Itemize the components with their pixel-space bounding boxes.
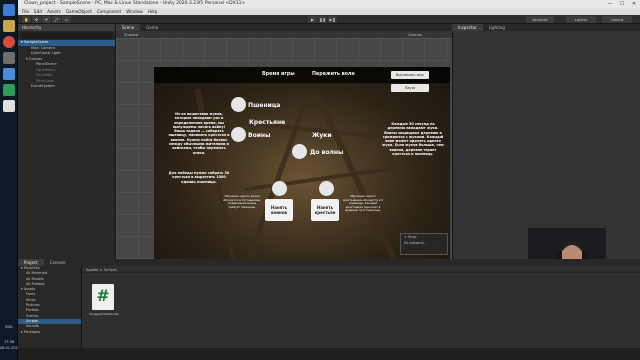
wave-timer-icon [292, 144, 307, 159]
visual-studio-icon[interactable] [3, 68, 15, 80]
script-asset[interactable]: # [92, 284, 114, 310]
bugs-label: Жуки [312, 132, 332, 139]
browser-icon[interactable] [3, 36, 15, 48]
shading-mode-dropdown[interactable]: Shaded [124, 32, 138, 37]
layers-dropdown[interactable]: Layers [566, 16, 596, 23]
maximize-button[interactable]: ☐ [616, 0, 628, 8]
bug-attack-text: Каждые 30 секунд на деревню нападают жук… [382, 122, 444, 157]
layout-dropdown[interactable]: Layout [602, 16, 632, 23]
pause-button-icon[interactable]: ❚❚ [318, 16, 327, 23]
intro-text: Из-за нашествия жуков, которые нападают … [168, 112, 230, 155]
game-canvas: Время игры Пережить волн Выключить звук … [154, 67, 450, 259]
tab-console[interactable]: Console [44, 259, 72, 266]
survive-waves-label: Пережить волн [312, 72, 355, 77]
menu-file[interactable]: File [22, 8, 29, 15]
menu-component[interactable]: Component [97, 8, 121, 15]
menu-gameobject[interactable]: GameObject [66, 8, 92, 15]
menu-window[interactable]: Window [126, 8, 143, 15]
gizmos-dropdown[interactable]: Gizmos [408, 31, 422, 38]
peasant-cost-note: Обучение одного крестьянина обходится в … [342, 194, 384, 212]
menu-help[interactable]: Help [148, 8, 158, 15]
peasant-timer-icon [319, 181, 334, 196]
unity-hub-icon[interactable] [3, 52, 15, 64]
menu-assets[interactable]: Assets [47, 8, 61, 15]
hierarchy-tab[interactable]: Hierarchy [18, 24, 115, 31]
title-bar: Clown_project - SampleScene - PC, Mac & … [18, 0, 640, 8]
scale-tool-icon[interactable]: ⤢ [52, 16, 61, 23]
status-bar [18, 348, 640, 360]
warriors-icon [231, 127, 246, 142]
clock-date[interactable]: 08.01.2022 [0, 346, 20, 351]
csharp-script-icon: # [96, 286, 110, 305]
peasants-label: Крестьяне [249, 119, 286, 126]
warrior-timer-icon [272, 181, 287, 196]
menu-edit[interactable]: Edit [34, 8, 42, 15]
scene-overlay-window: < Persp Не найдено ... [400, 233, 448, 255]
main-toolbar: ✋ ✥ ⟳ ⤢ ▭ ▶ ❚❚ ▶❚ Account Layers Layout [18, 15, 640, 24]
victory-goal-text: Для победы нужно собрать 30 крестьян и в… [168, 171, 230, 184]
start-menu-icon[interactable] [3, 4, 15, 16]
minimize-button[interactable]: — [604, 0, 616, 8]
scene-toolbar: Shaded Gizmos [116, 31, 452, 38]
project-assets-view: Assets > Scripts # ImageUpdateScript [82, 266, 640, 348]
hand-tool-icon[interactable]: ✋ [22, 16, 31, 23]
warrior-cost-note: Обучение одного воина обходится в 10 пше… [222, 194, 262, 209]
tab-scene[interactable]: Scene [116, 24, 141, 31]
tab-lighting[interactable]: Lighting [483, 24, 511, 31]
project-folder-item[interactable]: ▸ Packages [18, 330, 81, 335]
unity-editor-window: ENG 17:36 08.01.2022 Clown_project - Sam… [0, 0, 640, 360]
wheat-label: Пшеница [248, 102, 281, 109]
pause-button[interactable]: Пауза [391, 84, 429, 92]
project-tab-strip: Project Console [18, 259, 640, 266]
warriors-label: Воины [248, 132, 271, 139]
wheat-icon [231, 97, 246, 112]
play-button-icon[interactable]: ▶ [308, 16, 317, 23]
tab-game[interactable]: Game [140, 24, 164, 31]
asset-name-label: ImageUpdateScript [89, 312, 119, 316]
scene-view[interactable]: Время игры Пережить волн Выключить звук … [116, 38, 452, 259]
step-button-icon[interactable]: ▶❚ [328, 16, 337, 23]
wave-countdown-label: До волны [310, 149, 344, 156]
keyboard-language[interactable]: ENG [0, 325, 18, 330]
move-tool-icon[interactable]: ✥ [32, 16, 41, 23]
window-title: Clown_project - SampleScene - PC, Mac & … [24, 1, 246, 6]
game-time-label: Время игры [262, 72, 295, 77]
tab-inspector[interactable]: Inspector [452, 24, 483, 31]
account-dropdown[interactable]: Account [526, 16, 554, 23]
window-controls: — ☐ ✕ [604, 0, 640, 8]
inspector-panel [452, 31, 640, 259]
close-button[interactable]: ✕ [628, 0, 640, 8]
file-explorer-icon[interactable] [3, 20, 15, 32]
project-tree-list: ▾ Favorites All Materials All Models All Pr… [18, 266, 81, 335]
scene-tab-strip: Scene Game [116, 24, 452, 31]
windows-taskbar: ENG 17:36 08.01.2022 [0, 0, 20, 360]
hierarchy-search-input[interactable] [20, 32, 113, 39]
menu-bar: File Edit Assets GameObject Component Wi… [18, 8, 640, 15]
hire-peasants-button[interactable]: Нанять крестьян [311, 199, 339, 221]
overlay-text: Не найдено ... [404, 241, 428, 245]
unity-icon[interactable] [3, 100, 15, 112]
hierarchy-panel: Hierarchy ▾ SampleScene Main Camera Direct… [18, 24, 116, 259]
app-icon[interactable] [3, 84, 15, 96]
inspector-tab-strip: Inspector Lighting [452, 24, 640, 31]
hierarchy-list: ▾ SampleScene Main Camera Directional Ligh… [18, 40, 115, 90]
clock-time[interactable]: 17:36 [0, 340, 18, 345]
rect-tool-icon[interactable]: ▭ [62, 16, 71, 23]
mute-sound-button[interactable]: Выключить звук [391, 71, 429, 79]
project-folder-tree: ▾ Favorites All Materials All Models All Pr… [18, 266, 82, 348]
tab-project[interactable]: Project [18, 259, 44, 266]
breadcrumb: Assets > Scripts [82, 266, 640, 273]
hire-warriors-button[interactable]: Нанять воинов [265, 199, 293, 221]
hierarchy-item[interactable]: EventSystem [18, 84, 115, 90]
rotate-tool-icon[interactable]: ⟳ [42, 16, 51, 23]
